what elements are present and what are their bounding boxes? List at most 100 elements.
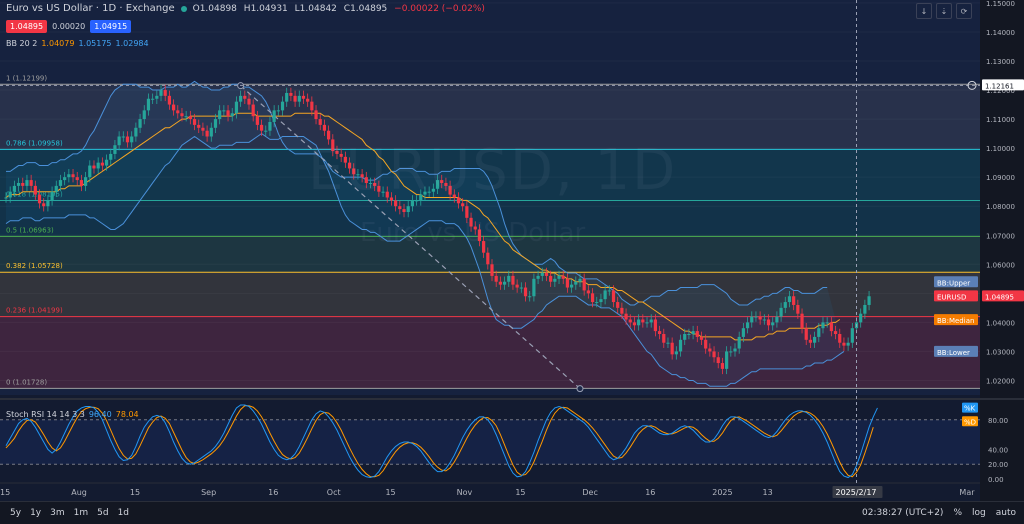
candle-body — [683, 334, 687, 340]
candle-body — [230, 113, 234, 117]
price-tag-3: 1.04895 — [985, 293, 1014, 301]
auto-toggle[interactable]: auto — [996, 508, 1016, 518]
candle-body — [821, 322, 825, 329]
trade-buttons: 1.04895 0.00020 1.04915 — [6, 20, 132, 33]
candle-body — [733, 348, 737, 352]
candle-body — [125, 136, 130, 143]
candle-body — [804, 328, 808, 340]
candle-body — [21, 182, 25, 186]
candle-body — [632, 322, 637, 326]
candle-body — [867, 296, 871, 305]
time-label-12: 13 — [763, 488, 773, 497]
candle-body — [645, 322, 649, 324]
spread-value: 0.00020 — [52, 22, 86, 31]
candle-body — [641, 319, 645, 323]
refresh-icon[interactable]: ⟳ — [956, 3, 972, 19]
candle-body — [197, 124, 201, 128]
candle-body — [519, 287, 523, 289]
candle-body — [234, 101, 239, 114]
candle-body — [595, 302, 599, 304]
candle-body — [188, 116, 192, 120]
candle-body — [674, 351, 678, 355]
candle-body — [151, 98, 155, 100]
price-axis-label-4: 1.11000 — [986, 116, 1015, 124]
log-toggle[interactable]: log — [972, 508, 986, 518]
candle-body — [494, 275, 498, 282]
buy-button[interactable]: 1.04915 — [90, 20, 132, 33]
candle-body — [117, 136, 121, 146]
top-toolbar: ↓ ⇣ ⟳ — [916, 3, 972, 19]
candle-body — [657, 331, 662, 335]
candle-body — [720, 363, 725, 369]
candle-body — [578, 278, 582, 282]
price-tag-2: EURUSD — [937, 293, 966, 301]
candle-body — [666, 342, 670, 344]
candle-body — [586, 290, 590, 294]
timeframe-5y[interactable]: 5y — [10, 508, 21, 518]
candle-body — [201, 127, 205, 131]
candle-body — [712, 351, 716, 358]
ohlc-low: L1.04842 — [294, 3, 337, 14]
time-label-3: Sep — [201, 488, 216, 497]
fib-label-4: 0.382 (1.05728) — [6, 262, 63, 270]
candle-body — [29, 180, 33, 186]
time-label-0: 15 — [0, 488, 10, 497]
candle-body — [825, 322, 829, 324]
candle-body — [599, 299, 603, 303]
candle-body — [222, 110, 226, 112]
candle-body — [616, 302, 620, 308]
percent-toggle[interactable]: % — [953, 508, 962, 518]
fib-label-0: 1 (1.12199) — [6, 74, 47, 82]
candle-body — [490, 264, 494, 276]
download-icon[interactable]: ↓ — [916, 3, 932, 19]
candle-body — [171, 104, 176, 111]
bb-legend[interactable]: BB 20 2 1.04079 1.05175 1.02984 — [6, 39, 149, 48]
price-axis-label-6: 1.09000 — [986, 174, 1015, 182]
symbol-title[interactable]: Euro vs US Dollar · 1D · Exchange — [6, 3, 175, 14]
price-tag-0: 1.12161 — [985, 82, 1014, 90]
candle-body — [549, 275, 553, 282]
candle-body — [226, 110, 230, 117]
ohlc-close: C1.04895 — [343, 3, 388, 14]
candle-body — [725, 351, 729, 369]
time-label-1: Aug — [71, 488, 87, 497]
timeframe-5d[interactable]: 5d — [97, 508, 108, 518]
stoch-axis-label-0: 80.00 — [988, 417, 1008, 425]
candle-body — [314, 110, 318, 120]
stoch-legend[interactable]: Stoch RSI 14 14 3 3 96.40 78.04 — [6, 410, 139, 419]
candle-body — [184, 116, 188, 118]
candle-body — [406, 206, 410, 213]
candle-body — [63, 177, 67, 181]
candle-body — [142, 110, 146, 120]
candle-body — [611, 290, 616, 303]
chart-canvas[interactable]: 1 (1.12199)0.786 (1.09958)0.618 (1.08195… — [0, 0, 1024, 501]
timeframe-1d[interactable]: 1d — [118, 508, 129, 518]
arrow-down-icon[interactable]: ⇣ — [936, 3, 952, 19]
sell-button[interactable]: 1.04895 — [6, 20, 48, 33]
candle-body — [205, 130, 209, 137]
time-label-2: 15 — [130, 488, 140, 497]
bb-upper-value: 1.05175 — [78, 39, 112, 48]
candle-body — [502, 281, 507, 285]
ohlc-high: H1.04931 — [243, 3, 288, 14]
candle-body — [850, 328, 854, 343]
clock-readout[interactable]: 02:38:27 (UTC+2) — [862, 508, 943, 518]
time-label-10: 16 — [645, 488, 655, 497]
stoch-k-value: 96.40 — [88, 410, 112, 419]
candle-body — [771, 322, 775, 326]
candle-body — [729, 351, 733, 353]
candle-body — [796, 304, 800, 314]
timeframe-3m[interactable]: 3m — [50, 508, 65, 518]
candle-body — [58, 180, 63, 186]
candle-body — [54, 185, 58, 192]
candle-body — [766, 319, 771, 326]
candle-body — [691, 331, 695, 335]
timeframe-1m[interactable]: 1m — [74, 508, 89, 518]
fib-label-3: 0.5 (1.06963) — [6, 226, 54, 234]
bottom-toolbar: 5y 1y 3m 1m 5d 1d 02:38:27 (UTC+2) % log… — [0, 501, 1024, 524]
candle-body — [716, 357, 720, 364]
candle-body — [532, 278, 536, 297]
timeframe-1y[interactable]: 1y — [30, 508, 41, 518]
candle-body — [813, 336, 817, 343]
candle-body — [79, 180, 84, 186]
